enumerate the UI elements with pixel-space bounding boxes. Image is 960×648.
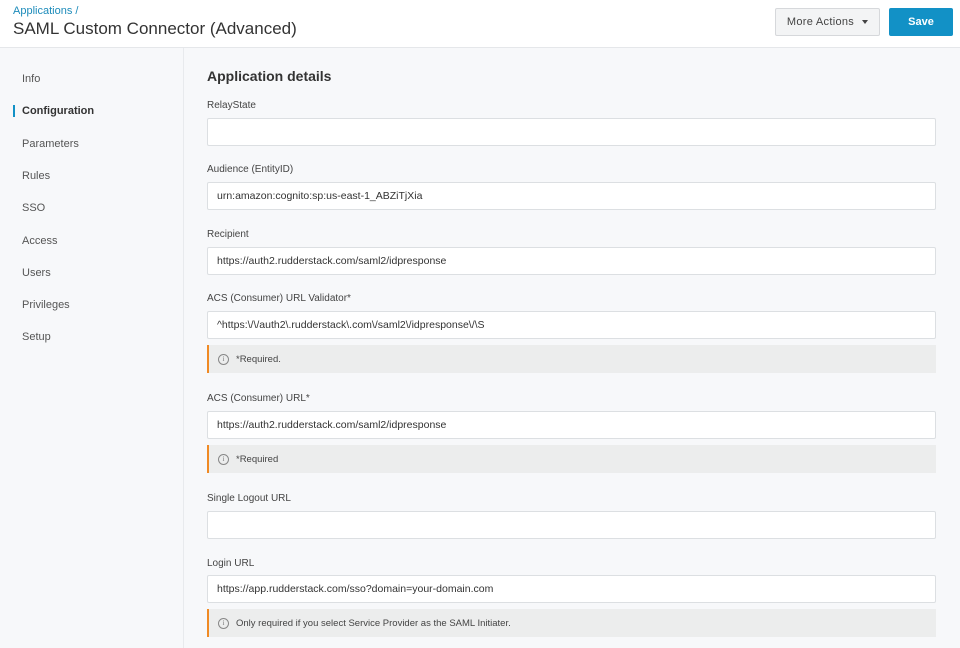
sidebar-item-label: Configuration	[22, 105, 95, 117]
login-url-label: Login URL	[207, 558, 255, 569]
relaystate-input[interactable]	[207, 118, 936, 146]
sidebar-nav: Info Configuration Parameters Rules SSO …	[0, 48, 184, 648]
caret-down-icon	[862, 20, 869, 24]
sidebar-item-parameters[interactable]: Parameters	[0, 128, 184, 160]
sidebar-item-access[interactable]: Access	[0, 225, 184, 257]
sidebar-item-label: Info	[22, 73, 41, 85]
sidebar-item-label: Users	[22, 267, 51, 279]
acs-url-validator-label: ACS (Consumer) URL Validator*	[207, 293, 351, 304]
save-button[interactable]: Save	[889, 8, 953, 36]
sidebar-item-label: Rules	[22, 170, 51, 182]
single-logout-url-label: Single Logout URL	[207, 493, 291, 504]
sidebar-item-configuration[interactable]: Configuration	[0, 95, 184, 127]
more-actions-label: More Actions	[786, 16, 855, 28]
sidebar-item-sso[interactable]: SSO	[0, 192, 184, 224]
breadcrumb-separator: /	[75, 5, 79, 17]
sidebar-item-label: Setup	[22, 331, 51, 343]
acs-url-validator-input[interactable]	[207, 311, 936, 339]
recipient-label: Recipient	[207, 229, 249, 240]
sidebar-item-info[interactable]: Info	[0, 63, 184, 95]
sidebar-item-setup[interactable]: Setup	[0, 321, 184, 353]
recipient-input[interactable]	[207, 247, 936, 275]
acs-url-validator-note: i *Required.	[207, 345, 936, 373]
info-icon: i	[218, 617, 229, 629]
note-text: *Required.	[236, 353, 281, 365]
breadcrumb: Applications /	[13, 5, 78, 17]
more-actions-button[interactable]: More Actions	[775, 8, 880, 36]
login-url-input[interactable]	[207, 575, 936, 603]
sidebar-item-label: Privileges	[22, 299, 70, 311]
relaystate-label: RelayState	[207, 100, 256, 111]
sidebar-item-label: Parameters	[22, 138, 79, 150]
sidebar-item-label: Access	[22, 235, 58, 247]
acs-url-note: i *Required	[207, 445, 936, 473]
sidebar-item-privileges[interactable]: Privileges	[0, 289, 184, 321]
info-icon: i	[218, 353, 229, 365]
sidebar-item-rules[interactable]: Rules	[0, 160, 184, 192]
info-icon: i	[218, 453, 229, 465]
acs-url-input[interactable]	[207, 411, 936, 439]
audience-input[interactable]	[207, 182, 936, 210]
page-title: SAML Custom Connector (Advanced)	[13, 19, 297, 38]
note-text: Only required if you select Service Prov…	[236, 617, 511, 629]
audience-label: Audience (EntityID)	[207, 164, 294, 175]
page-header: Applications / SAML Custom Connector (Ad…	[0, 0, 960, 48]
sidebar-item-users[interactable]: Users	[0, 257, 184, 289]
sidebar-item-label: SSO	[22, 202, 46, 214]
section-title: Application details	[207, 68, 332, 84]
acs-url-label: ACS (Consumer) URL*	[207, 393, 310, 404]
breadcrumb-applications-link[interactable]: Applications	[13, 5, 72, 17]
login-url-note: i Only required if you select Service Pr…	[207, 609, 936, 637]
single-logout-url-input[interactable]	[207, 511, 936, 539]
note-text: *Required	[236, 453, 279, 465]
main-content: Application details RelayState Audience …	[185, 48, 960, 648]
